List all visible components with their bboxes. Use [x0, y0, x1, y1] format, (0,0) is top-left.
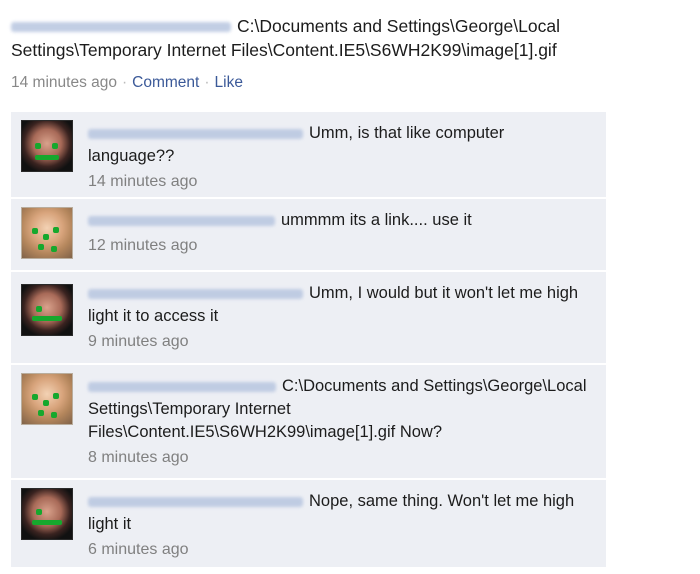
censor-mark — [36, 509, 42, 515]
author-name-redacted[interactable] — [11, 22, 231, 33]
comment-body: C:\Documents and Settings\George\Local S… — [88, 375, 594, 469]
censor-mark — [53, 227, 59, 233]
censor-mark — [35, 143, 41, 149]
censor-mark — [38, 244, 44, 250]
commenter-name-redacted[interactable] — [88, 215, 275, 226]
comment-body: Nope, same thing. Won't let me high ligh… — [88, 490, 594, 561]
censor-mark — [32, 228, 38, 234]
comment-body: ummmm its a link.... use it 12 minutes a… — [88, 209, 594, 257]
censor-mark — [38, 410, 44, 416]
comment-item: Umm, I would but it won't let me high li… — [11, 272, 606, 364]
avatar-anthony[interactable] — [21, 488, 73, 540]
comment-item: Nope, same thing. Won't let me high ligh… — [11, 480, 606, 568]
comment-timestamp[interactable]: 8 minutes ago — [88, 446, 594, 469]
comment-item: Umm, is that like computer language?? 14… — [11, 112, 606, 198]
post-meta: 14 minutes ago · Comment · Like — [11, 74, 691, 92]
censor-mark — [43, 400, 49, 406]
comment-body: Umm, I would but it won't let me high li… — [88, 282, 594, 353]
censor-mark — [51, 412, 57, 418]
comment-item: ummmm its a link.... use it 12 minutes a… — [11, 199, 606, 271]
censor-mark — [52, 143, 58, 149]
commenter-name-redacted[interactable] — [88, 381, 276, 392]
comment-timestamp[interactable]: 6 minutes ago — [88, 538, 594, 561]
post-timestamp[interactable]: 14 minutes ago — [11, 74, 117, 91]
separator: · — [204, 74, 210, 91]
censor-mark — [32, 316, 62, 321]
commenter-name-redacted[interactable] — [88, 288, 303, 299]
post-body: C:\Documents and Settings\George\Local S… — [11, 14, 691, 62]
commenter-name-redacted[interactable] — [88, 128, 303, 139]
comment-timestamp[interactable]: 9 minutes ago — [88, 330, 594, 353]
comment-body: Umm, is that like computer language?? 14… — [88, 122, 594, 193]
comment-link[interactable]: Comment — [132, 74, 199, 91]
like-link[interactable]: Like — [215, 74, 243, 91]
censor-mark — [51, 246, 57, 252]
status-post: C:\Documents and Settings\George\Local S… — [11, 14, 691, 92]
censor-mark — [32, 394, 38, 400]
comment-timestamp[interactable]: 14 minutes ago — [88, 170, 594, 193]
avatar-anthony[interactable] — [21, 284, 73, 336]
censor-mark — [35, 155, 59, 160]
avatar-kellie[interactable] — [21, 373, 73, 425]
censor-mark — [36, 306, 42, 312]
avatar-anthony[interactable] — [21, 120, 73, 172]
censor-mark — [43, 234, 49, 240]
avatar-kellie[interactable] — [21, 207, 73, 259]
separator: · — [122, 74, 128, 91]
censor-mark — [32, 520, 62, 525]
censor-mark — [53, 393, 59, 399]
comment-text: ummmm its a link.... use it — [281, 211, 472, 229]
comment-timestamp[interactable]: 12 minutes ago — [88, 234, 594, 257]
commenter-name-redacted[interactable] — [88, 496, 303, 507]
comment-item: C:\Documents and Settings\George\Local S… — [11, 365, 606, 479]
